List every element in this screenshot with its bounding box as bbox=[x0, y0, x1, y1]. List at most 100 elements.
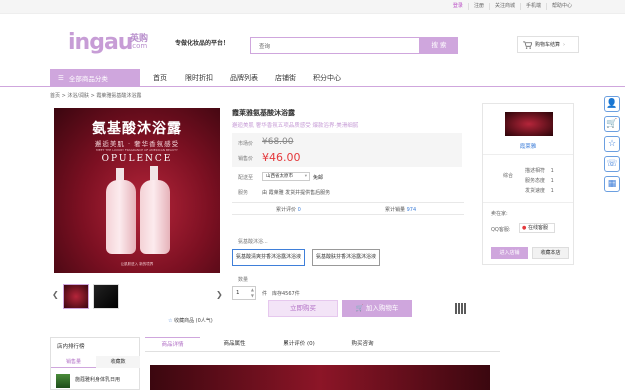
rank-item-title[interactable]: 施蔻雅利身体乳日用 bbox=[75, 376, 120, 383]
logo[interactable]: ingau bbox=[68, 30, 133, 55]
slogan: 专做化妆品的平台！ bbox=[175, 40, 230, 47]
sale-price-label: 销售价 bbox=[238, 156, 254, 162]
buy-now-button[interactable]: 立即购买 bbox=[268, 300, 338, 317]
add-to-cart-button[interactable]: 🛒 加入购物车 bbox=[342, 300, 412, 317]
qq-button-label: 在线客服 bbox=[527, 225, 548, 231]
option-hint: 氨基酸沐浴... bbox=[238, 239, 268, 245]
rank-tab-sales[interactable]: 销售量 bbox=[51, 356, 96, 368]
gallery-next-arrow[interactable]: ❯ bbox=[216, 290, 223, 299]
cart-icon: 🛒 bbox=[355, 304, 364, 312]
stepper-icon[interactable]: ▲ ▼ bbox=[251, 287, 254, 299]
favorite-label: 收藏商品 (0人气) bbox=[174, 318, 213, 324]
store-card: 霞莱雅 综合 描述相符 1 服务态度 1 发货速度 1 卖在家: QQ客服: ●… bbox=[482, 103, 574, 265]
search-placeholder: 查询 bbox=[259, 44, 271, 50]
ship-region: 山西省太原市 bbox=[266, 174, 293, 179]
top-links: 登录 注册 关注商城 手机端 帮助中心 bbox=[448, 3, 577, 10]
quantity-value: 1 bbox=[236, 290, 240, 296]
qq-icon: ● bbox=[522, 225, 527, 231]
gallery-prev-arrow[interactable]: ❮ bbox=[52, 290, 59, 299]
collect-store-button[interactable]: 收藏本店 bbox=[532, 247, 569, 259]
store-ratings: 描述相符 1 服务态度 1 发货速度 1 bbox=[525, 166, 554, 196]
headset-icon[interactable]: ☏ bbox=[604, 156, 620, 172]
orig-price: ¥68.00 bbox=[262, 137, 294, 147]
product-title: 霞莱雅氨基酸沐浴露 bbox=[232, 109, 295, 117]
search-button[interactable]: 搜 索 bbox=[420, 37, 458, 54]
store-divider bbox=[483, 202, 573, 203]
thumbnail-1[interactable] bbox=[63, 284, 89, 309]
image-title: 氨基酸沐浴露 bbox=[92, 121, 182, 137]
stock-label: 库存4567件 bbox=[272, 291, 300, 297]
register-link[interactable]: 注册 bbox=[467, 3, 489, 10]
sales-label: 累计销量 bbox=[385, 207, 406, 213]
nav-divider bbox=[0, 86, 625, 87]
image-footer: 让肌肤进入 新的境界 bbox=[120, 262, 154, 266]
qty-label: 数量 bbox=[238, 277, 249, 283]
qq-label: QQ客服: bbox=[491, 227, 511, 233]
score-label: 综合 bbox=[503, 173, 514, 179]
option-1[interactable]: 氨基酸清爽芬香沐浴露沐浴液 bbox=[232, 249, 306, 266]
product-main-image[interactable]: 氨基酸沐浴露 邂逅美肌 · 奢华香氛感受 MEET THE LUXURY FRA… bbox=[54, 108, 220, 273]
nav-home[interactable]: 首页 bbox=[153, 73, 167, 83]
star-icon[interactable]: ☆ bbox=[604, 136, 620, 152]
service-label: 服务 bbox=[238, 190, 249, 196]
store-name[interactable]: 霞莱雅 bbox=[483, 142, 573, 150]
search-input[interactable]: 查询 bbox=[250, 37, 420, 54]
enter-store-button[interactable]: 进入店铺 bbox=[491, 247, 528, 259]
nav-points[interactable]: 积分中心 bbox=[313, 73, 341, 83]
service-text: 由 霞莱雅 发货并提供售后服务 bbox=[262, 190, 331, 196]
detail-image bbox=[150, 365, 490, 390]
category-button[interactable]: ☰ 全部商品分类 bbox=[50, 69, 140, 87]
ship-fee: 免邮 bbox=[313, 175, 324, 181]
top-bar: 登录 注册 关注商城 手机端 帮助中心 bbox=[0, 0, 625, 14]
bottle-right bbox=[140, 180, 170, 254]
tab-details[interactable]: 商品详情 bbox=[145, 337, 200, 352]
store-logo[interactable] bbox=[505, 112, 553, 136]
ship-region-select[interactable]: 山西省太原市 ▾ bbox=[262, 172, 310, 181]
tab-reviews[interactable]: 累计评价 (0) bbox=[269, 337, 329, 352]
tab-attributes[interactable]: 商品属性 bbox=[207, 337, 262, 352]
chevron-down-icon: ▾ bbox=[304, 174, 307, 179]
ship-label: 配送至 bbox=[238, 175, 254, 181]
rating-row: 发货速度 1 bbox=[525, 188, 554, 194]
chevron-right-icon: › bbox=[563, 41, 566, 48]
rank-item-image[interactable] bbox=[56, 374, 70, 388]
store-divider bbox=[483, 154, 573, 155]
product-subtitle: 邂逅美肌 奢华香氛五项品质感受 爆款浴界·美滑细腻 bbox=[232, 123, 359, 129]
seller-label: 卖在家: bbox=[491, 211, 508, 217]
quantity-input[interactable]: 1 ▲ ▼ bbox=[232, 286, 256, 300]
nav-flash-sale[interactable]: 限时折扣 bbox=[185, 73, 213, 83]
logo-com: .com bbox=[130, 42, 148, 50]
user-icon[interactable]: 👤 bbox=[604, 96, 620, 112]
image-brand: OPULENCE bbox=[101, 154, 173, 164]
stats-bar bbox=[232, 202, 464, 215]
cart-icon bbox=[523, 40, 532, 49]
nav-stores[interactable]: 店铺街 bbox=[275, 73, 296, 83]
mobile-link[interactable]: 手机端 bbox=[519, 3, 546, 10]
store-rank-panel: 店内排行榜 销售量 收藏数 施蔻雅利身体乳日用 bbox=[50, 337, 140, 390]
option-2[interactable]: 氨基酸肤芬香沐浴露沐浴液 bbox=[312, 249, 381, 266]
image-tagline: 邂逅美肌 · 奢华香氛感受 bbox=[94, 140, 180, 148]
sales-count: 累计销量 974 bbox=[385, 206, 416, 213]
qr-code-icon[interactable] bbox=[455, 303, 466, 314]
tab-consult[interactable]: 购买咨询 bbox=[335, 337, 390, 352]
rank-tab-collect[interactable]: 收藏数 bbox=[96, 356, 140, 368]
image-small-text: MEET THE LUXURY FRAGRANCE OF AMERICAN BE… bbox=[96, 148, 178, 152]
orig-price-label: 市场价 bbox=[238, 141, 254, 147]
sales-value: 974 bbox=[406, 207, 417, 213]
breadcrumb[interactable]: 首页 > 沐浴/润肤 > 霞莱雅氨基酸沐浴露 bbox=[50, 92, 141, 99]
nav-brands[interactable]: 品牌列表 bbox=[230, 73, 258, 83]
cart-button[interactable]: 购物车结算 › bbox=[517, 36, 579, 53]
cart-icon[interactable]: 🛒 bbox=[604, 116, 620, 132]
review-value: 0 bbox=[297, 207, 301, 213]
add-cart-label: 加入购物车 bbox=[365, 304, 399, 312]
review-count: 累计评价 0 bbox=[276, 206, 301, 213]
help-link[interactable]: 帮助中心 bbox=[545, 3, 577, 10]
thumbnail-2[interactable] bbox=[93, 284, 119, 309]
favorite-link[interactable]: ☆ 收藏商品 (0人气) bbox=[168, 317, 213, 324]
login-link[interactable]: 登录 bbox=[448, 3, 468, 10]
qq-service-button[interactable]: ● 在线客服 bbox=[519, 223, 555, 233]
review-label: 累计评价 bbox=[276, 207, 297, 213]
follow-link[interactable]: 关注商城 bbox=[488, 3, 520, 10]
qr-code-icon[interactable]: ▦ bbox=[604, 176, 620, 192]
rating-row: 服务态度 1 bbox=[525, 178, 554, 184]
